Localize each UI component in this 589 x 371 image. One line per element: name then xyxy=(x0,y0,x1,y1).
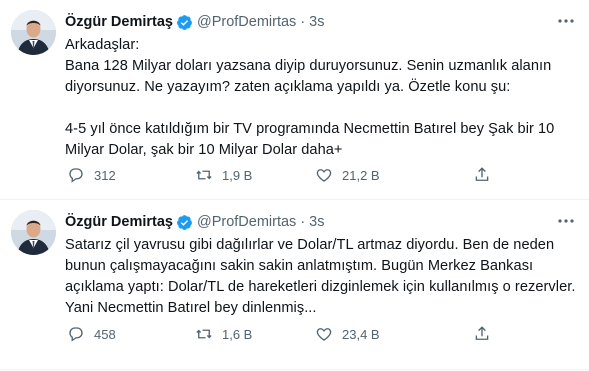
author-handle[interactable]: @ProfDemirtas xyxy=(197,214,296,230)
tweet-timestamp[interactable]: 3s xyxy=(309,14,324,30)
author-handle[interactable]: @ProfDemirtas xyxy=(197,14,296,30)
author-name[interactable]: Özgür Demirtaş xyxy=(65,214,173,230)
like-button[interactable]: 23,4 B xyxy=(315,325,380,343)
more-options-icon[interactable] xyxy=(555,214,577,228)
like-count: 21,2 B xyxy=(342,167,380,183)
tweet-actions: 458 1,6 B 23,4 B xyxy=(65,324,505,344)
tweet-timestamp[interactable]: 3s xyxy=(309,214,324,230)
reply-count: 312 xyxy=(94,167,116,183)
verified-badge-icon xyxy=(177,214,192,230)
reply-icon xyxy=(69,327,83,342)
retweet-icon xyxy=(196,170,212,180)
more-options-icon[interactable] xyxy=(555,14,577,28)
reply-icon xyxy=(69,168,83,183)
separator-dot: · xyxy=(300,214,306,230)
reply-button[interactable]: 312 xyxy=(67,166,116,184)
tweet[interactable]: Özgür Demirtaş @ProfDemirtas · 3s Satarı… xyxy=(0,200,589,370)
reply-count: 458 xyxy=(94,326,116,342)
like-button[interactable]: 21,2 B xyxy=(315,166,380,184)
separator-dot: · xyxy=(300,14,306,30)
share-button[interactable] xyxy=(473,166,500,184)
tweet-divider xyxy=(0,369,589,370)
tweet[interactable]: Özgür Demirtaş @ProfDemirtas · 3s Arkada… xyxy=(0,0,589,199)
share-icon xyxy=(475,326,489,340)
verified-badge-icon xyxy=(177,14,192,30)
retweet-icon xyxy=(196,329,212,339)
tweet-text: Satarız çil yavrusu gibi dağılırlar ve D… xyxy=(65,237,580,316)
retweet-button[interactable]: 1,6 B xyxy=(195,325,252,343)
retweet-count: 1,6 B xyxy=(222,326,253,342)
author-name[interactable]: Özgür Demirtaş xyxy=(65,14,173,30)
like-count: 23,4 B xyxy=(342,326,380,342)
heart-icon xyxy=(316,328,332,341)
avatar[interactable] xyxy=(11,10,56,55)
tweet-text: Arkadaşlar: Bana 128 Milyar doları yazsa… xyxy=(65,37,555,158)
retweet-button[interactable]: 1,9 B xyxy=(195,166,252,184)
share-icon xyxy=(475,167,489,181)
reply-button[interactable]: 458 xyxy=(67,325,116,343)
tweet-actions: 312 1,9 B 21,2 B xyxy=(65,165,505,185)
heart-icon xyxy=(316,169,332,182)
avatar[interactable] xyxy=(11,210,56,255)
share-button[interactable] xyxy=(473,325,500,343)
retweet-count: 1,9 B xyxy=(222,167,253,183)
